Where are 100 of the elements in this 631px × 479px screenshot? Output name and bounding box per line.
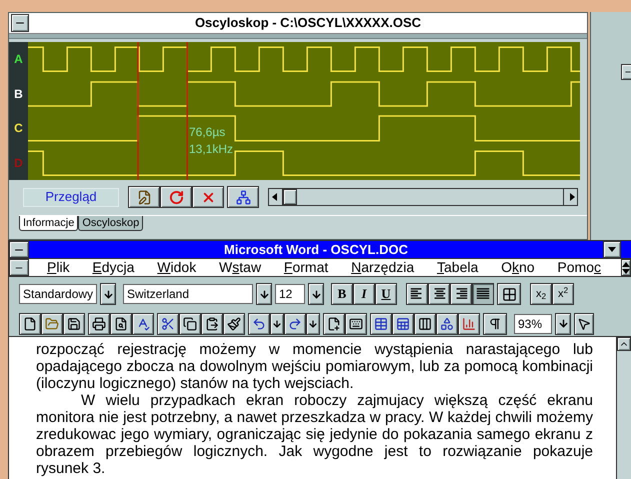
spelling-button[interactable] <box>132 312 154 334</box>
tab[interactable]: Oscyloskop <box>78 216 144 231</box>
down-arrow-icon <box>102 288 114 300</box>
scissors-icon <box>161 316 175 330</box>
pointer-button[interactable] <box>574 312 594 334</box>
down-arrow-icon <box>558 318 568 329</box>
edit-document-button[interactable] <box>128 186 160 208</box>
undo-dropdown-button[interactable] <box>270 312 284 334</box>
new-button[interactable] <box>19 312 41 334</box>
redo-dropdown-button[interactable] <box>306 312 320 334</box>
left-arrow-icon <box>272 193 280 201</box>
menu-item[interactable]: Okno <box>501 257 535 278</box>
horizontal-scrollbar[interactable] <box>268 188 578 206</box>
style-field[interactable]: Standardowy <box>19 284 97 304</box>
open-button[interactable] <box>41 312 63 334</box>
tab[interactable]: Informacje <box>19 216 78 231</box>
zoom-dropdown-button[interactable] <box>555 312 571 334</box>
font-field[interactable]: Switzerland <box>123 284 253 304</box>
table-grid-icon <box>502 286 516 302</box>
menu-item[interactable]: Wstaw <box>219 257 262 278</box>
menu-item[interactable]: Edycja <box>92 257 134 278</box>
menu-item[interactable]: Format <box>284 257 328 278</box>
cursor-reading: 76,6µs <box>189 124 226 141</box>
document-paragraph: rozpocząć rejestrację możemy w momencie wystąpienia narastającego lub opadającego zbocza na dowolnym wejściu pomiarowym, lub za pomocą kombinacji (iloczynu logicznego) stanów na tych wejsciach. <box>36 341 593 392</box>
menu-item[interactable]: Widok <box>157 257 196 278</box>
refresh-icon <box>168 190 184 204</box>
system-menu-button[interactable] <box>11 14 29 32</box>
printer-icon <box>92 316 106 330</box>
zoom-field[interactable]: 93% <box>514 314 552 334</box>
window-title: Microsoft Word - OSCYL.DOC <box>223 240 409 259</box>
style-dropdown-button[interactable] <box>100 283 116 305</box>
align-button[interactable] <box>472 283 494 305</box>
system-menu-button[interactable] <box>9 241 29 258</box>
document-icon <box>136 190 152 204</box>
align-button[interactable] <box>450 283 472 305</box>
down-arrow-icon <box>308 318 318 328</box>
copy-button[interactable] <box>179 312 201 334</box>
format-button[interactable]: U <box>375 283 397 305</box>
network-icon <box>236 190 250 204</box>
save-button[interactable] <box>63 312 85 334</box>
format-painter-button[interactable] <box>223 312 245 334</box>
script-button[interactable]: x$_{2}$ <box>530 283 552 305</box>
autotext-button[interactable] <box>323 312 345 334</box>
font-size-field[interactable]: 12 <box>275 284 305 304</box>
down-arrow-icon <box>272 318 282 328</box>
channel-label: C <box>14 120 23 138</box>
magnifier-page-icon <box>114 316 128 330</box>
channel-label: A <box>14 51 23 68</box>
undo-icon <box>252 316 266 330</box>
minimize-button[interactable] <box>603 241 621 258</box>
redo-icon <box>288 316 302 330</box>
bar-chart-icon <box>462 316 476 330</box>
refresh-button[interactable] <box>160 186 192 208</box>
menu-item[interactable]: Tabela <box>437 257 478 278</box>
show-marks-button[interactable] <box>483 312 507 334</box>
document-menu-button[interactable] <box>9 259 29 276</box>
drawing-button[interactable] <box>436 312 458 334</box>
insert-table-button[interactable] <box>370 312 392 334</box>
scroll-thumb[interactable] <box>283 189 297 205</box>
channel-label: D <box>14 154 23 172</box>
window-control[interactable] <box>621 64 631 80</box>
redo-button[interactable] <box>284 312 306 334</box>
down-arrow-icon <box>258 288 270 300</box>
align-button[interactable] <box>428 283 450 305</box>
network-button[interactable] <box>227 186 259 208</box>
vertical-scrollbar[interactable] <box>617 337 631 479</box>
chart-button[interactable] <box>458 312 480 334</box>
font-dropdown-button[interactable] <box>256 283 272 305</box>
shapes-icon <box>440 316 454 330</box>
spreadsheet-icon <box>396 316 410 330</box>
scroll-up-button[interactable] <box>617 337 631 351</box>
menu-item[interactable]: Pomoc <box>557 257 601 278</box>
down-triangle-icon <box>608 247 616 252</box>
document-paragraph: W wielu przypadkach ekran roboczy zajmujacy większą część ekranu monitora nie jest potrzebny, a nawet przeszkadza w pracy. W każdej chwili możemy zredukowac jego wymiary, ograniczając się jedynie do pokazania samego ekranu z obrazem przebiegów logicznych. Jak wygodne jest to rozwiązanie pokazuje rysunek 3. <box>36 392 593 477</box>
keyboard-button[interactable] <box>345 312 367 334</box>
undo-button[interactable] <box>248 312 270 334</box>
copy-icon <box>183 316 197 330</box>
size-dropdown-button[interactable] <box>308 283 324 305</box>
menu-item[interactable]: Narzędzia <box>351 257 414 278</box>
cut-button[interactable] <box>157 312 179 334</box>
paste-button[interactable] <box>201 312 223 334</box>
columns-button[interactable] <box>414 312 436 334</box>
format-button[interactable]: I <box>353 283 375 305</box>
print-button[interactable] <box>88 312 110 334</box>
spreadsheet-button[interactable] <box>392 312 414 334</box>
preview-button[interactable] <box>110 312 132 334</box>
borders-button[interactable] <box>497 283 521 305</box>
restore-button[interactable] <box>621 259 631 276</box>
folder-icon <box>45 316 59 330</box>
save-icon <box>67 316 81 330</box>
script-button[interactable]: x$^{2}$ <box>552 283 574 305</box>
cursor-reading: 13,1kHz <box>189 141 234 158</box>
menu-item[interactable]: Plik <box>47 257 70 278</box>
align-button[interactable] <box>406 283 428 305</box>
scroll-right-button[interactable] <box>563 189 577 205</box>
channel-label: B <box>14 86 23 103</box>
up-down-arrows-icon <box>622 262 630 274</box>
delete-button[interactable] <box>192 186 224 208</box>
format-button[interactable]: B <box>331 283 353 305</box>
mode-field: Przegląd <box>23 188 119 206</box>
